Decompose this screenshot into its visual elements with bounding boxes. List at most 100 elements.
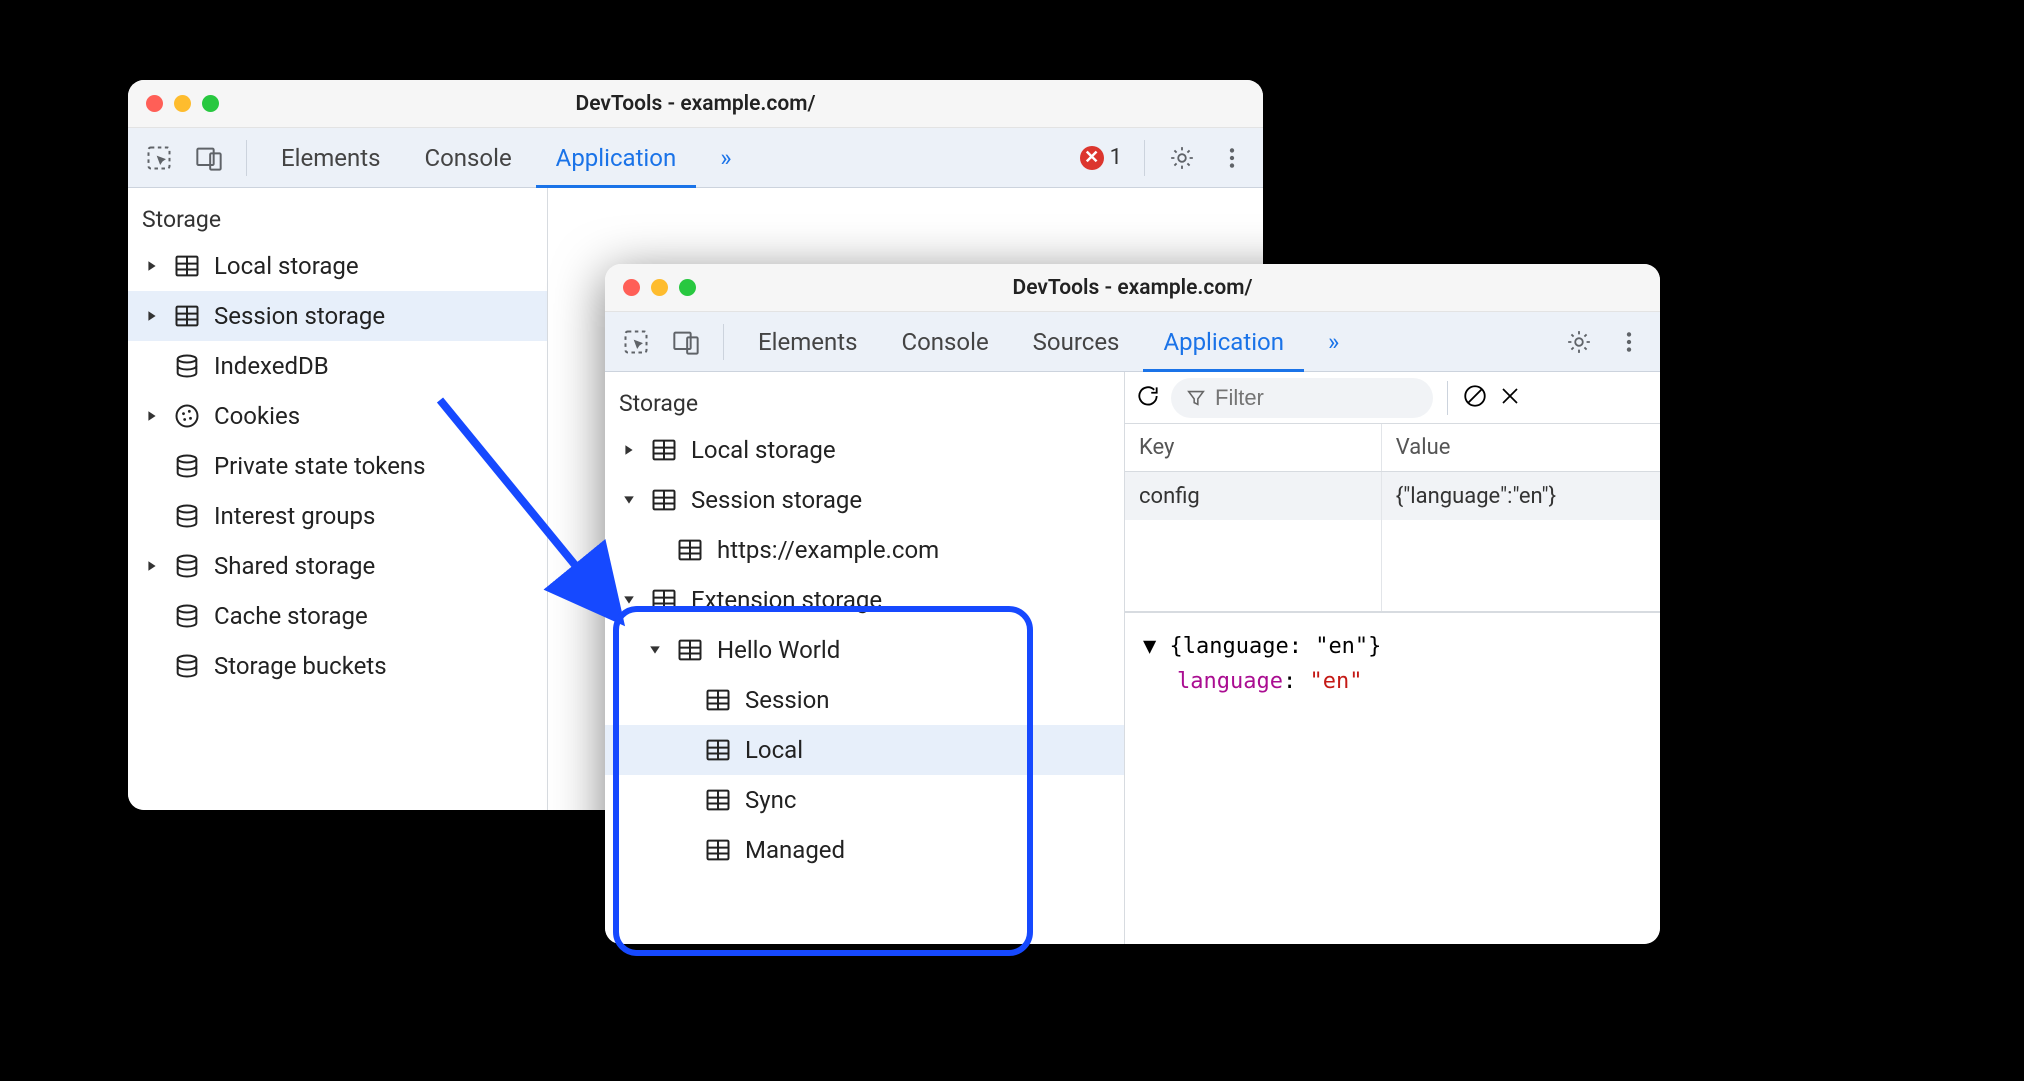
zoom-window-dot[interactable]	[679, 279, 696, 296]
window-title: DevTools - example.com/	[605, 276, 1660, 300]
more-icon[interactable]	[1612, 325, 1646, 359]
tree-item-label: https://example.com	[717, 536, 939, 564]
tree-item-label: Hello World	[717, 636, 840, 664]
delete-icon[interactable]	[1498, 384, 1522, 412]
titlebar[interactable]: DevTools - example.com/	[605, 264, 1660, 312]
chevron-down-icon	[623, 594, 637, 606]
divider	[246, 140, 247, 176]
db-icon	[172, 502, 202, 530]
chevron-down-icon	[623, 494, 637, 506]
more-icon[interactable]	[1215, 141, 1249, 175]
col-key[interactable]: Key	[1125, 424, 1382, 471]
tab-console[interactable]: Console	[404, 128, 531, 188]
json-key: language	[1177, 669, 1283, 694]
close-window-dot[interactable]	[623, 279, 640, 296]
clear-all-icon[interactable]	[1462, 383, 1488, 413]
close-window-dot[interactable]	[146, 95, 163, 112]
json-property-row[interactable]: language: "en"	[1143, 664, 1642, 699]
tree-item-shared-storage[interactable]: Shared storage	[128, 541, 547, 591]
json-summary-row[interactable]: ▼ {language: "en"}	[1143, 629, 1642, 664]
db-icon	[172, 602, 202, 630]
storage-section-title: Storage	[128, 198, 547, 241]
tree-item-label: Storage buckets	[214, 652, 387, 680]
tree-item-local-storage[interactable]: Local storage	[128, 241, 547, 291]
table-icon	[649, 436, 679, 464]
zoom-window-dot[interactable]	[202, 95, 219, 112]
cookie-icon	[172, 402, 202, 430]
tree-item-label: Shared storage	[214, 552, 375, 580]
col-value[interactable]: Value	[1382, 424, 1660, 471]
tree-item-label: Session storage	[691, 486, 862, 514]
tree-item-hello-world[interactable]: Hello World	[605, 625, 1124, 675]
tree-item-cookies[interactable]: Cookies	[128, 391, 547, 441]
json-value: "en"	[1309, 669, 1362, 694]
chevron-right-icon	[146, 310, 160, 322]
tree-item-private-state-tokens[interactable]: Private state tokens	[128, 441, 547, 491]
storage-sidebar: Storage Local storage Session storage Inde…	[128, 188, 548, 810]
tab-application[interactable]: Application	[536, 128, 697, 188]
devtools-toolbar: Elements Console Sources Application »	[605, 312, 1660, 372]
table-icon	[703, 836, 733, 864]
tree-item-sync[interactable]: Sync	[605, 775, 1124, 825]
tabs-overflow[interactable]: »	[1308, 312, 1359, 372]
chevron-right-icon	[146, 260, 160, 272]
tree-item-label: Cookies	[214, 402, 300, 430]
tree-item-local-storage[interactable]: Local storage	[605, 425, 1124, 475]
chevron-down-icon	[649, 644, 663, 656]
filter-icon	[1185, 387, 1207, 409]
tree-item-https-example-com[interactable]: https://example.com	[605, 525, 1124, 575]
table-icon	[703, 736, 733, 764]
gear-icon[interactable]	[1165, 141, 1199, 175]
table-icon	[649, 486, 679, 514]
tab-sources[interactable]: Sources	[1013, 312, 1140, 372]
tree-item-session-storage[interactable]: Session storage	[128, 291, 547, 341]
tree-item-local[interactable]: Local	[605, 725, 1124, 775]
cell-value: {"language":"en"}	[1382, 472, 1660, 520]
tree-item-label: Extension storage	[691, 586, 882, 614]
tab-elements[interactable]: Elements	[261, 128, 400, 188]
tree-item-label: Private state tokens	[214, 452, 426, 480]
tree-item-extension-storage[interactable]: Extension storage	[605, 575, 1124, 625]
tab-application[interactable]: Application	[1143, 312, 1304, 372]
tree-item-managed[interactable]: Managed	[605, 825, 1124, 875]
tree-item-indexeddb[interactable]: IndexedDB	[128, 341, 547, 391]
table-row[interactable]: config {"language":"en"}	[1125, 472, 1660, 520]
storage-sidebar: Storage Local storage Session storage http…	[605, 372, 1125, 944]
device-toolbar-icon[interactable]	[192, 141, 226, 175]
tree-item-session-storage[interactable]: Session storage	[605, 475, 1124, 525]
tab-elements[interactable]: Elements	[738, 312, 877, 372]
chevron-right-icon	[146, 410, 160, 422]
titlebar[interactable]: DevTools - example.com/	[128, 80, 1263, 128]
gear-icon[interactable]	[1562, 325, 1596, 359]
tree-item-session[interactable]: Session	[605, 675, 1124, 725]
filter-pill[interactable]	[1171, 378, 1433, 418]
table-icon	[675, 636, 705, 664]
tree-item-label: Local	[745, 736, 803, 764]
tree-item-label: Sync	[745, 786, 796, 814]
tree-item-cache-storage[interactable]: Cache storage	[128, 591, 547, 641]
tree-item-label: Session	[745, 686, 830, 714]
filter-input[interactable]	[1215, 385, 1415, 411]
tab-console[interactable]: Console	[881, 312, 1008, 372]
minimize-window-dot[interactable]	[651, 279, 668, 296]
db-icon	[172, 352, 202, 380]
table-icon	[675, 536, 705, 564]
error-badge[interactable]: ✕ 1	[1080, 145, 1122, 170]
refresh-icon[interactable]	[1135, 383, 1161, 413]
table-icon	[703, 686, 733, 714]
table-icon	[649, 586, 679, 614]
tree-item-label: Session storage	[214, 302, 385, 330]
json-preview: ▼ {language: "en"} language: "en"	[1125, 613, 1660, 715]
tree-item-label: Interest groups	[214, 502, 375, 530]
minimize-window-dot[interactable]	[174, 95, 191, 112]
inspect-icon[interactable]	[619, 325, 653, 359]
table-icon	[703, 786, 733, 814]
tree-item-interest-groups[interactable]: Interest groups	[128, 491, 547, 541]
storage-table: Key Value config {"language":"en"}	[1125, 424, 1660, 613]
tabs-overflow[interactable]: »	[700, 128, 751, 188]
tree-item-storage-buckets[interactable]: Storage buckets	[128, 641, 547, 691]
storage-section-title: Storage	[605, 382, 1124, 425]
device-toolbar-icon[interactable]	[669, 325, 703, 359]
inspect-icon[interactable]	[142, 141, 176, 175]
devtools-toolbar: Elements Console Application » ✕ 1	[128, 128, 1263, 188]
